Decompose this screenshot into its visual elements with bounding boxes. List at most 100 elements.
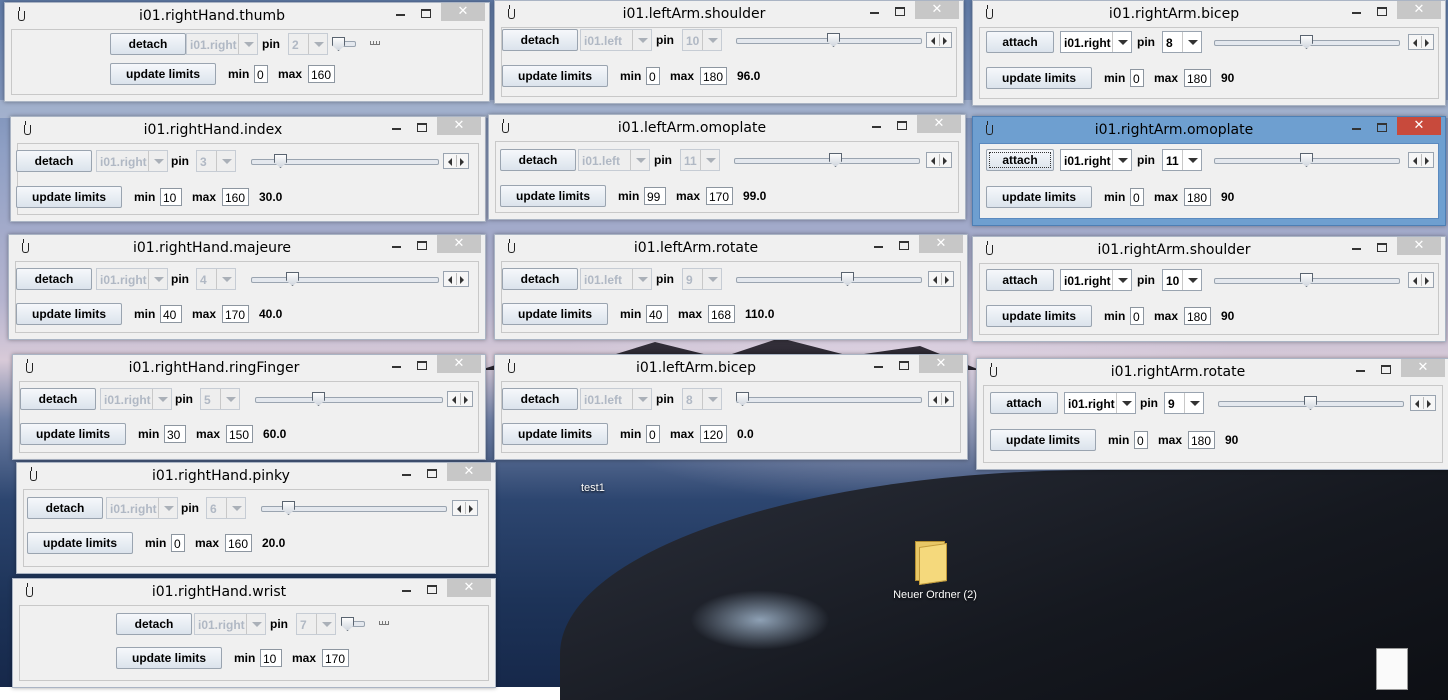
min-field[interactable]: 40	[646, 305, 668, 323]
title-bar[interactable]: i01.rightArm.shoulder ✕	[973, 237, 1445, 263]
min-field[interactable]: 0	[646, 425, 660, 443]
controller-select[interactable]: i01.right	[1060, 149, 1132, 171]
maximize-icon[interactable]	[891, 355, 917, 373]
servo-window[interactable]: i01.leftArm.shoulder ✕ detach i01.left pin 10…	[494, 0, 964, 104]
controller-select[interactable]: i01.left	[580, 268, 652, 290]
servo-window[interactable]: i01.leftArm.bicep ✕ detach i01.left pin 8 upda…	[494, 354, 968, 460]
position-slider[interactable]	[734, 158, 920, 164]
position-slider[interactable]	[255, 397, 443, 403]
pin-select[interactable]: 8	[1162, 31, 1202, 53]
chevron-down-icon[interactable]	[216, 269, 235, 289]
controller-select[interactable]: i01.right	[194, 613, 266, 635]
close-button[interactable]: ✕	[437, 355, 481, 373]
controller-select[interactable]: i01.left	[580, 29, 652, 51]
pin-select[interactable]: 8	[682, 388, 722, 410]
chevron-down-icon[interactable]	[158, 498, 177, 518]
max-field[interactable]: 150	[226, 425, 253, 443]
close-button[interactable]: ✕	[437, 235, 481, 253]
min-field[interactable]: 0	[646, 67, 660, 85]
max-field[interactable]: 160	[222, 188, 249, 206]
title-bar[interactable]: i01.rightHand.index ✕	[11, 117, 485, 143]
folder-label[interactable]: Neuer Ordner (2)	[880, 589, 990, 601]
pin-select[interactable]: 10	[1162, 269, 1202, 291]
servo-window[interactable]: i01.rightArm.shoulder ✕ attach i01.right pin…	[972, 236, 1446, 342]
slider-step-buttons[interactable]	[926, 32, 952, 48]
chevron-down-icon[interactable]	[1112, 270, 1131, 290]
detach-button[interactable]: detach	[16, 150, 92, 172]
title-bar[interactable]: i01.rightHand.ringFinger ✕	[13, 355, 485, 381]
controller-select[interactable]: i01.right	[96, 268, 168, 290]
slider-step-buttons[interactable]	[443, 271, 469, 287]
close-button[interactable]: ✕	[447, 579, 491, 597]
chevron-down-icon[interactable]	[238, 34, 257, 54]
title-bar[interactable]: i01.rightHand.wrist ✕	[13, 579, 495, 605]
maximize-icon[interactable]	[409, 235, 435, 253]
chevron-down-icon[interactable]	[216, 151, 235, 171]
min-field[interactable]: 10	[260, 649, 282, 667]
chevron-down-icon[interactable]	[148, 151, 167, 171]
slider-step-buttons[interactable]	[452, 500, 478, 516]
detach-button[interactable]: detach	[502, 29, 578, 51]
slider-step-buttons[interactable]	[926, 152, 952, 168]
chevron-down-icon[interactable]	[1116, 393, 1135, 413]
min-field[interactable]: 0	[1130, 188, 1144, 206]
maximize-icon[interactable]	[891, 235, 917, 253]
detach-button[interactable]: detach	[110, 33, 186, 55]
close-button[interactable]: ✕	[447, 463, 491, 481]
close-button[interactable]: ✕	[915, 1, 959, 19]
pin-select[interactable]: 11	[680, 149, 720, 171]
servo-window[interactable]: i01.rightHand.wrist ✕ detach i01.right pin 7 u…	[12, 578, 496, 688]
pin-select[interactable]: 9	[1164, 392, 1204, 414]
maximize-icon[interactable]	[887, 1, 913, 19]
update-limits-button[interactable]: update limits	[502, 423, 608, 445]
update-limits-button[interactable]: update limits	[990, 429, 1096, 451]
title-bar[interactable]: i01.rightHand.majeure ✕	[9, 235, 485, 261]
detach-button[interactable]: detach	[20, 388, 96, 410]
chevron-down-icon[interactable]	[1184, 393, 1203, 413]
slider-step-buttons[interactable]	[928, 391, 954, 407]
pin-select[interactable]: 3	[196, 150, 236, 172]
controller-select[interactable]: i01.right	[100, 388, 172, 410]
title-bar[interactable]: i01.rightHand.thumb ✕	[5, 3, 489, 29]
maximize-icon[interactable]	[409, 355, 435, 373]
close-button[interactable]: ✕	[1401, 359, 1445, 377]
controller-select[interactable]: i01.right	[106, 497, 178, 519]
pin-select[interactable]: 5	[200, 388, 240, 410]
slider-step-buttons[interactable]	[1408, 34, 1434, 50]
max-field[interactable]: 120	[700, 425, 727, 443]
max-field[interactable]: 168	[708, 305, 735, 323]
controller-select[interactable]: i01.right	[1064, 392, 1136, 414]
servo-window[interactable]: i01.rightArm.omoplate ✕ attach i01.right pin…	[972, 116, 1446, 226]
servo-window[interactable]: i01.leftArm.omoplate ✕ detach i01.left pin 11…	[488, 114, 966, 220]
chevron-down-icon[interactable]	[632, 30, 651, 50]
detach-button[interactable]: detach	[502, 388, 578, 410]
close-button[interactable]: ✕	[437, 117, 481, 135]
chevron-down-icon[interactable]	[316, 614, 335, 634]
folder-icon[interactable]	[913, 537, 947, 585]
minimize-icon[interactable]	[385, 117, 407, 135]
desktop-item-label[interactable]: test1	[581, 482, 605, 494]
pin-select[interactable]: 4	[196, 268, 236, 290]
slider-step-buttons[interactable]	[1408, 272, 1434, 288]
close-button[interactable]: ✕	[919, 235, 963, 253]
servo-window[interactable]: i01.rightHand.thumb ✕ detach i01.right pin 2 u…	[4, 2, 490, 102]
pin-select[interactable]: 10	[682, 29, 722, 51]
update-limits-button[interactable]: update limits	[20, 423, 126, 445]
chevron-down-icon[interactable]	[1112, 32, 1131, 52]
title-bar[interactable]: i01.rightHand.pinky ✕	[17, 463, 495, 489]
close-button[interactable]: ✕	[1397, 1, 1441, 19]
max-field[interactable]: 170	[322, 649, 349, 667]
close-button[interactable]: ✕	[441, 3, 485, 21]
maximize-icon[interactable]	[419, 579, 445, 597]
slider-step-buttons[interactable]	[447, 391, 473, 407]
update-limits-button[interactable]: update limits	[116, 647, 222, 669]
title-bar[interactable]: i01.leftArm.omoplate ✕	[489, 115, 965, 141]
servo-window[interactable]: i01.rightHand.ringFinger ✕ detach i01.right…	[12, 354, 486, 460]
title-bar[interactable]: i01.rightArm.bicep ✕	[973, 1, 1445, 27]
maximize-icon[interactable]	[1373, 359, 1399, 377]
attach-button[interactable]: attach	[986, 31, 1054, 53]
minimize-icon[interactable]	[385, 355, 407, 373]
min-field[interactable]: 10	[160, 188, 182, 206]
max-field[interactable]: 180	[1188, 431, 1215, 449]
pin-select[interactable]: 9	[682, 268, 722, 290]
